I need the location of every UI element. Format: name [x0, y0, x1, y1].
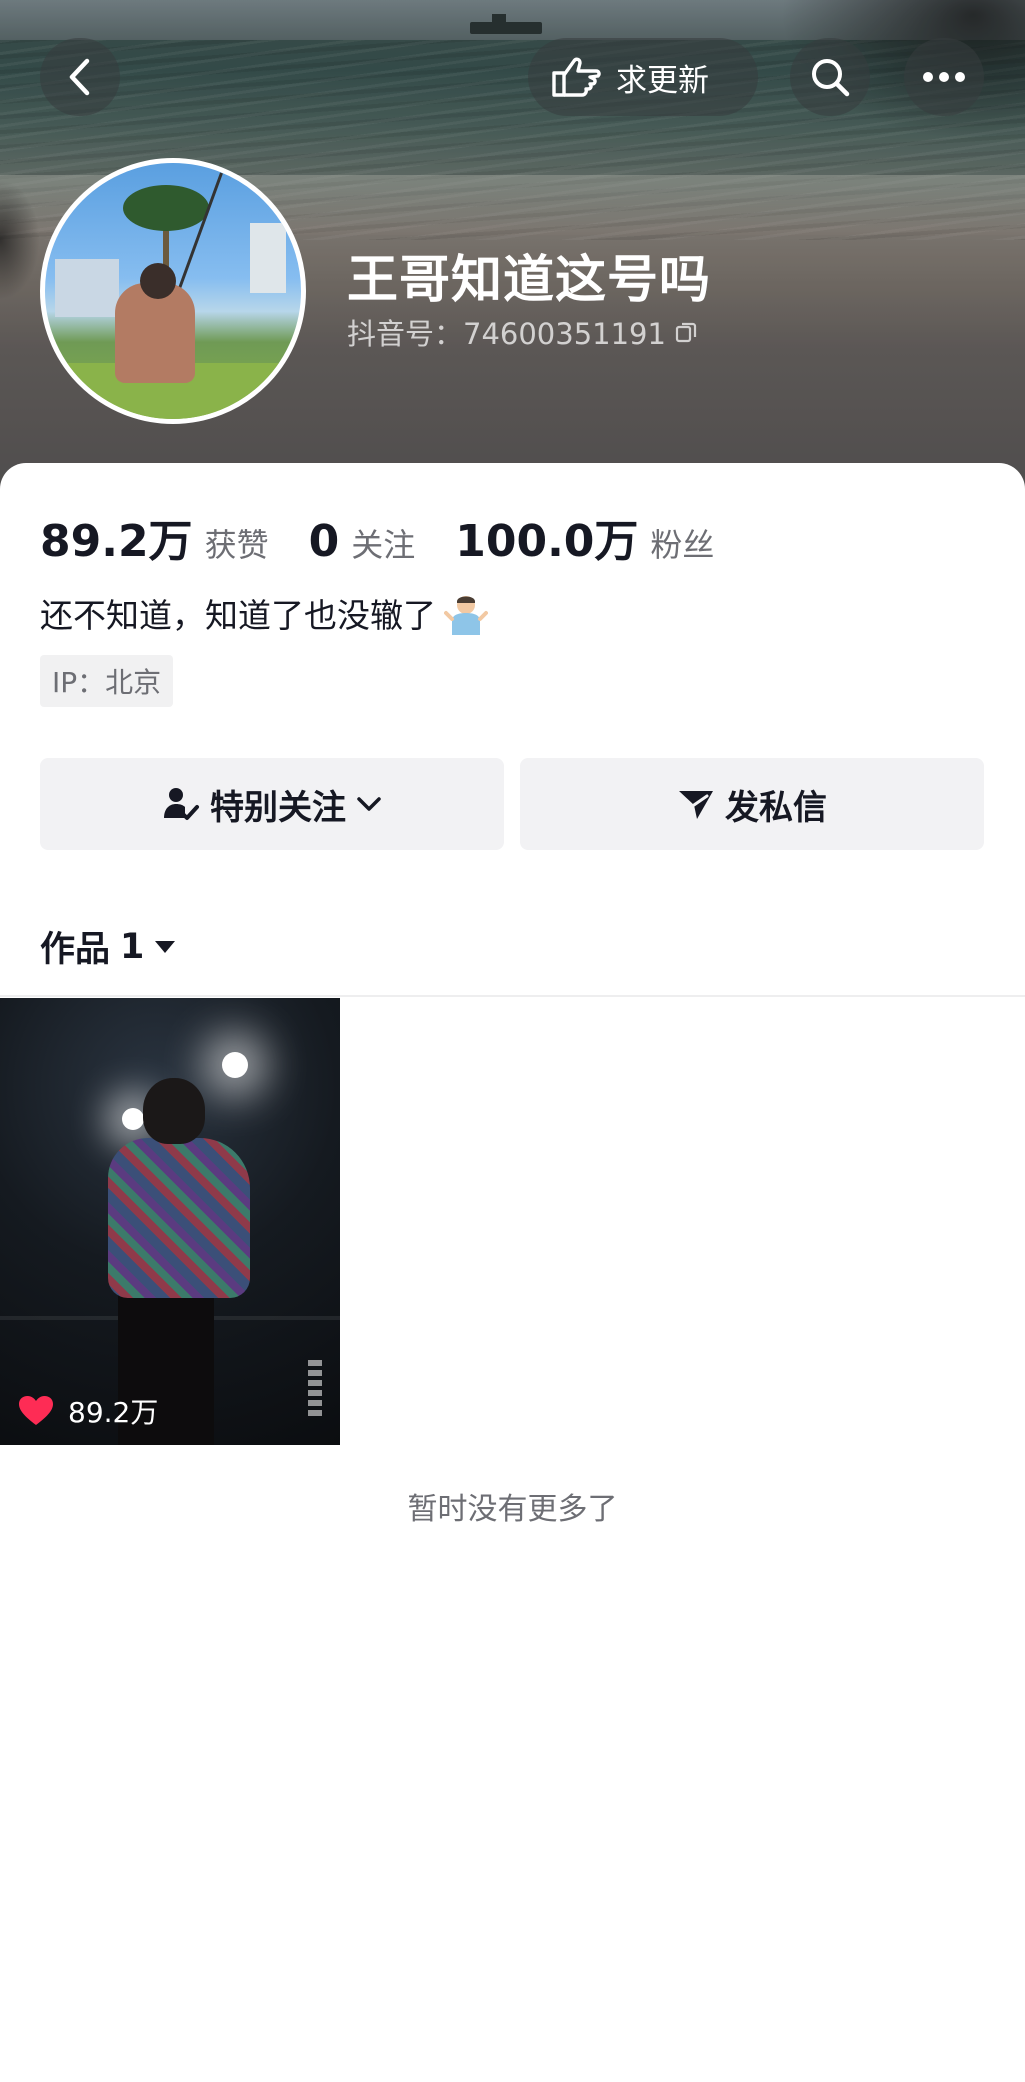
caret-down-icon [155, 940, 176, 953]
search-button[interactable] [790, 38, 870, 116]
following-label: 关注 [351, 526, 416, 564]
shrug-emoji-icon [444, 596, 488, 635]
paper-plane-icon [679, 791, 713, 819]
avatar[interactable] [40, 158, 306, 424]
ip-location-tag: IP：北京 [40, 655, 174, 707]
following-stat[interactable]: 0 关注 [309, 516, 416, 567]
chevron-down-icon [357, 797, 381, 811]
followers-label: 粉丝 [650, 526, 715, 564]
video-thumbnail[interactable]: 89.2万 [0, 998, 340, 1445]
profile-card: 89.2万 获赞 0 关注 100.0万 粉丝 还不知道，知道了也没辙了 IP：… [0, 463, 1025, 2082]
tab-divider [0, 995, 1025, 997]
likes-count: 89.2万 [40, 516, 193, 567]
followers-stat[interactable]: 100.0万 粉丝 [455, 505, 714, 569]
special-follow-label: 特别关注 [210, 787, 346, 828]
account-id-text: 抖音号：74600351191 [347, 317, 666, 351]
pointing-hand-icon [552, 57, 601, 97]
copy-icon[interactable] [674, 320, 698, 344]
following-count: 0 [308, 516, 340, 567]
video-watermark [308, 1360, 322, 1416]
likes-label: 获赞 [204, 526, 269, 564]
send-message-button[interactable]: 发私信 [520, 758, 984, 850]
no-more-content-text: 暂时没有更多了 [407, 1492, 618, 1527]
works-count: 1 [120, 926, 145, 967]
tab-works[interactable]: 作品 1 [40, 921, 176, 972]
stage-light [222, 1052, 248, 1078]
request-update-label: 求更新 [616, 62, 709, 99]
send-message-label: 发私信 [725, 787, 827, 828]
video-likes: 89.2万 [18, 1391, 158, 1431]
user-check-icon [164, 788, 199, 820]
chevron-left-icon [69, 58, 90, 96]
username: 王哥知道这号吗 [347, 251, 712, 310]
works-tab-label: 作品 [40, 930, 111, 970]
bio: 还不知道，知道了也没辙了 [40, 589, 488, 637]
stats-row: 89.2万 获赞 0 关注 100.0万 粉丝 [40, 505, 754, 569]
stage-light [122, 1108, 144, 1130]
heart-icon [19, 1396, 53, 1425]
bio-text: 还不知道，知道了也没辙了 [40, 596, 436, 635]
account-id[interactable]: 抖音号：74600351191 [347, 311, 698, 353]
likes-stat: 89.2万 获赞 [40, 505, 269, 569]
search-icon [812, 59, 850, 97]
followers-count: 100.0万 [455, 516, 639, 567]
request-update-button[interactable]: 求更新 [528, 38, 758, 116]
more-button[interactable] [904, 38, 984, 116]
more-dots-icon [923, 72, 965, 82]
video-likes-count: 89.2万 [68, 1396, 159, 1429]
back-button[interactable] [40, 38, 120, 116]
special-follow-button[interactable]: 特别关注 [40, 758, 504, 850]
